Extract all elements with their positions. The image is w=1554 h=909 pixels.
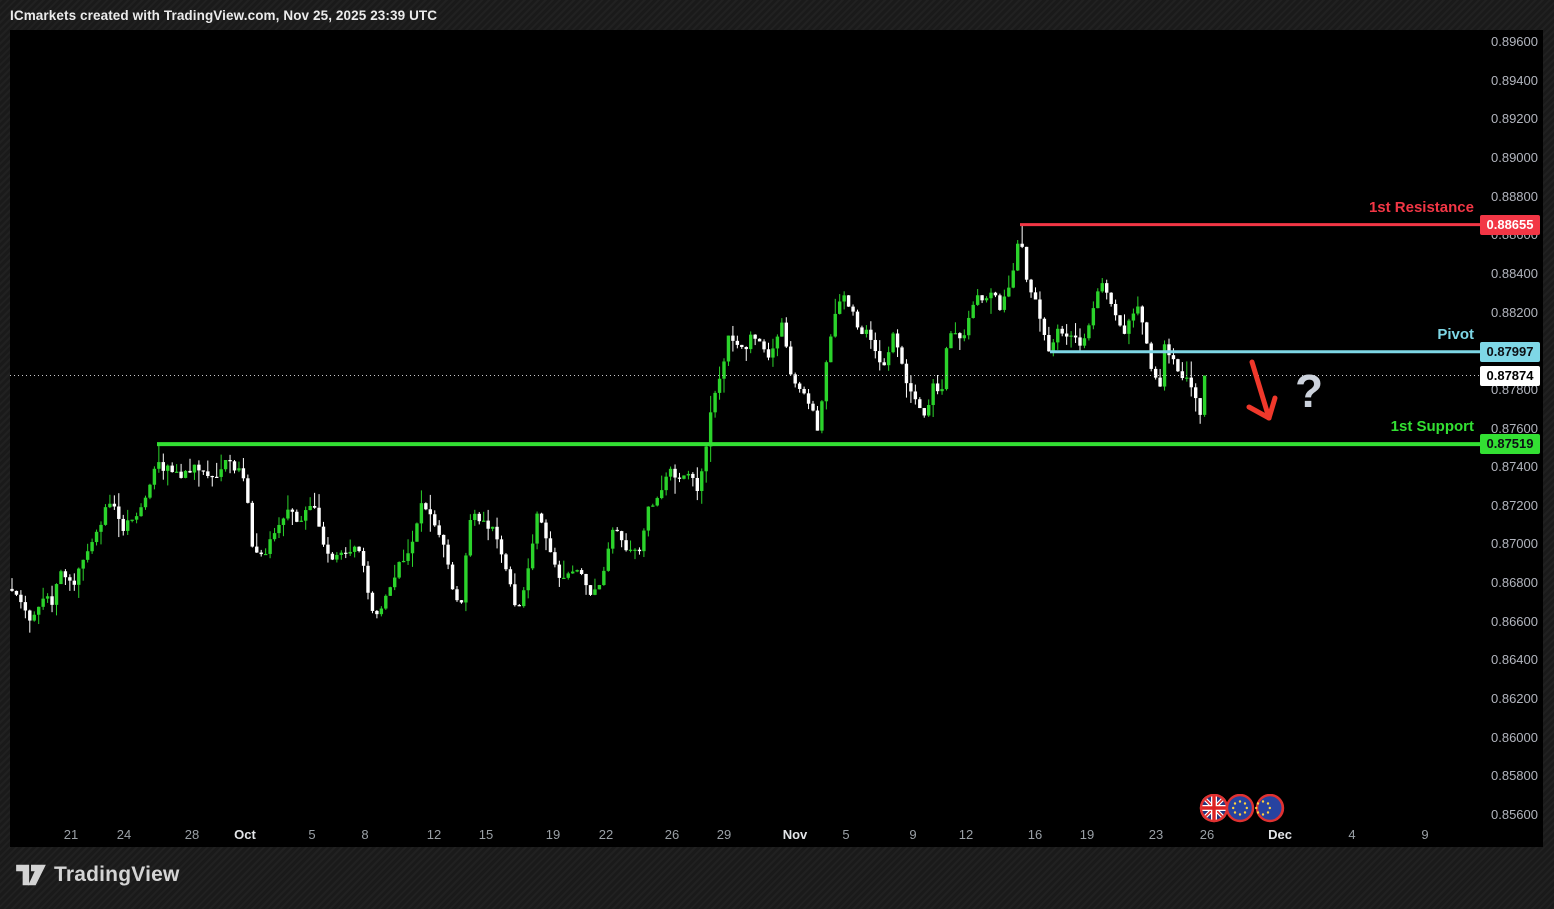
price-axis-tick: 0.89200: [1468, 111, 1538, 127]
last-price-tag: 0.87874: [1480, 366, 1540, 386]
tradingview-logo[interactable]: TradingView: [16, 862, 180, 888]
tradingview-logo-icon: [16, 862, 46, 888]
price-axis-tick: 0.86600: [1468, 614, 1538, 630]
time-axis-tick: 4: [1348, 827, 1355, 843]
level-label-1st-resistance: 1st Resistance: [1369, 199, 1474, 217]
eu-flag-icon[interactable]: [1255, 795, 1283, 821]
price-axis-tick: 0.89600: [1468, 34, 1538, 50]
price-axis-tick: 0.88400: [1468, 266, 1538, 282]
time-axis-tick: 9: [1421, 827, 1428, 843]
time-axis-tick: Dec: [1268, 827, 1292, 843]
price-axis-tick: 0.89400: [1468, 73, 1538, 89]
price-axis-tick: 0.85600: [1468, 807, 1538, 823]
price-axis-tick: 0.86400: [1468, 652, 1538, 668]
tradingview-logo-text: TradingView: [54, 863, 180, 887]
price-axis-tick: 0.88200: [1468, 305, 1538, 321]
chart-plot-area[interactable]: [10, 30, 1543, 847]
time-axis-tick: 22: [599, 827, 613, 843]
time-axis-tick: 16: [1028, 827, 1042, 843]
time-axis-tick: 9: [909, 827, 916, 843]
price-axis-tick: 0.89000: [1468, 150, 1538, 166]
uk-flag-icon[interactable]: [1201, 795, 1227, 821]
price-axis-tick: 0.86800: [1468, 575, 1538, 591]
price-axis-tick: 0.86000: [1468, 730, 1538, 746]
eu-flag-icon[interactable]: [1227, 795, 1253, 821]
time-axis-tick: 28: [185, 827, 199, 843]
price-tag-pivot: 0.87997: [1480, 342, 1540, 362]
time-axis-tick: Nov: [783, 827, 808, 843]
price-axis-tick: 0.87000: [1468, 536, 1538, 552]
time-axis-tick: 12: [427, 827, 441, 843]
time-axis-tick: 12: [959, 827, 973, 843]
price-axis-tick: 0.87200: [1468, 498, 1538, 514]
price-tag-1st-resistance: 0.88655: [1480, 215, 1540, 235]
time-axis-tick: 29: [717, 827, 731, 843]
price-axis-tick: 0.86200: [1468, 691, 1538, 707]
price-axis-tick: 0.87400: [1468, 459, 1538, 475]
time-axis-tick: 23: [1149, 827, 1163, 843]
time-axis-tick: 5: [842, 827, 849, 843]
time-axis-tick: 26: [1200, 827, 1214, 843]
chart-title: ICmarkets created with TradingView.com, …: [10, 4, 437, 28]
time-axis-tick: 19: [546, 827, 560, 843]
level-label-1st-support: 1st Support: [1391, 418, 1474, 436]
time-axis-tick: 26: [665, 827, 679, 843]
price-tag-1st-support: 0.87519: [1480, 434, 1540, 454]
time-axis-tick: Oct: [234, 827, 256, 843]
time-axis-tick: 24: [117, 827, 131, 843]
time-axis-tick: 8: [361, 827, 368, 843]
level-label-pivot: Pivot: [1437, 326, 1474, 344]
time-axis-tick: 21: [64, 827, 78, 843]
economic-event-icons[interactable]: [1199, 794, 1289, 824]
time-axis-tick: 5: [308, 827, 315, 843]
time-axis-tick: 19: [1080, 827, 1094, 843]
price-axis-tick: 0.85800: [1468, 768, 1538, 784]
time-axis-tick: 15: [479, 827, 493, 843]
question-mark-annotation[interactable]: ?: [1295, 368, 1323, 414]
price-axis-tick: 0.88800: [1468, 189, 1538, 205]
